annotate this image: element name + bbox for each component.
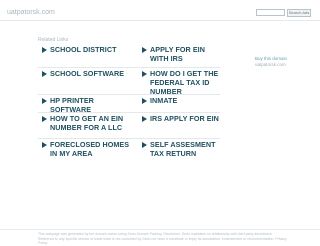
arrow-right-icon [142,71,147,77]
related-link[interactable]: HOW DO I GET THE FEDERAL TAX ID NUMBER [138,68,220,96]
sidebar-domain-text: uatpatorsk.com [255,62,286,67]
arrow-right-icon [142,116,147,122]
search-button[interactable]: Search Ads [287,9,311,17]
sidebar-panel: Buy this domain uatpatorsk.com [255,56,305,68]
arrow-right-icon [142,47,147,53]
related-link-label: HOW DO I GET THE FEDERAL TAX ID NUMBER [150,69,219,96]
related-link-label: IRS APPLY FOR EIN [150,114,219,123]
related-link-label: INMATE [150,96,178,105]
related-link[interactable]: FORECLOSED HOMES IN MY AREA [38,139,136,162]
link-row: SCHOOL SOFTWARE HOW DO I GET THE FEDERAL… [38,68,220,96]
related-link-label: SELF ASSESMENT TAX RETURN [150,140,216,158]
related-link-label: SCHOOL DISTRICT [50,45,117,54]
arrow-right-icon [42,142,47,148]
related-link[interactable]: SCHOOL SOFTWARE [38,68,136,91]
related-link[interactable]: HOW TO GET AN EIN NUMBER FOR A LLC [38,113,136,136]
domain-title: uatpatorsk.com [7,9,55,16]
header-divider [0,20,320,21]
related-link-label: HOW TO GET AN EIN NUMBER FOR A LLC [50,114,124,132]
footer-divider [0,229,320,230]
arrow-right-icon [42,71,47,77]
related-links-grid: SCHOOL DISTRICT APPLY FOR EIN WITH IRS S… [38,44,220,164]
footer-disclaimer: This webpage was generated by the domain… [38,232,287,245]
related-link-label: SCHOOL SOFTWARE [50,69,125,78]
related-link[interactable]: SCHOOL DISTRICT [38,44,136,67]
related-link[interactable]: SELF ASSESMENT TAX RETURN [138,139,220,162]
arrow-right-icon [42,116,47,122]
arrow-right-icon [142,98,147,104]
arrow-right-icon [42,98,47,104]
link-row: SCHOOL DISTRICT APPLY FOR EIN WITH IRS [38,44,220,68]
related-link-label: FORECLOSED HOMES IN MY AREA [50,140,130,158]
related-link[interactable]: APPLY FOR EIN WITH IRS [138,44,220,67]
search-input[interactable] [256,9,285,16]
arrow-right-icon [42,47,47,53]
link-row: HOW TO GET AN EIN NUMBER FOR A LLC IRS A… [38,113,220,139]
related-link-label: APPLY FOR EIN WITH IRS [150,45,205,63]
arrow-right-icon [142,142,147,148]
related-link[interactable]: IRS APPLY FOR EIN [138,113,220,136]
related-link-label: HP PRINTER SOFTWARE [50,96,94,114]
link-row: HP PRINTER SOFTWARE INMATE [38,95,220,114]
related-links-heading: Related Links [38,37,69,43]
link-row: FORECLOSED HOMES IN MY AREA SELF ASSESME… [38,139,220,164]
